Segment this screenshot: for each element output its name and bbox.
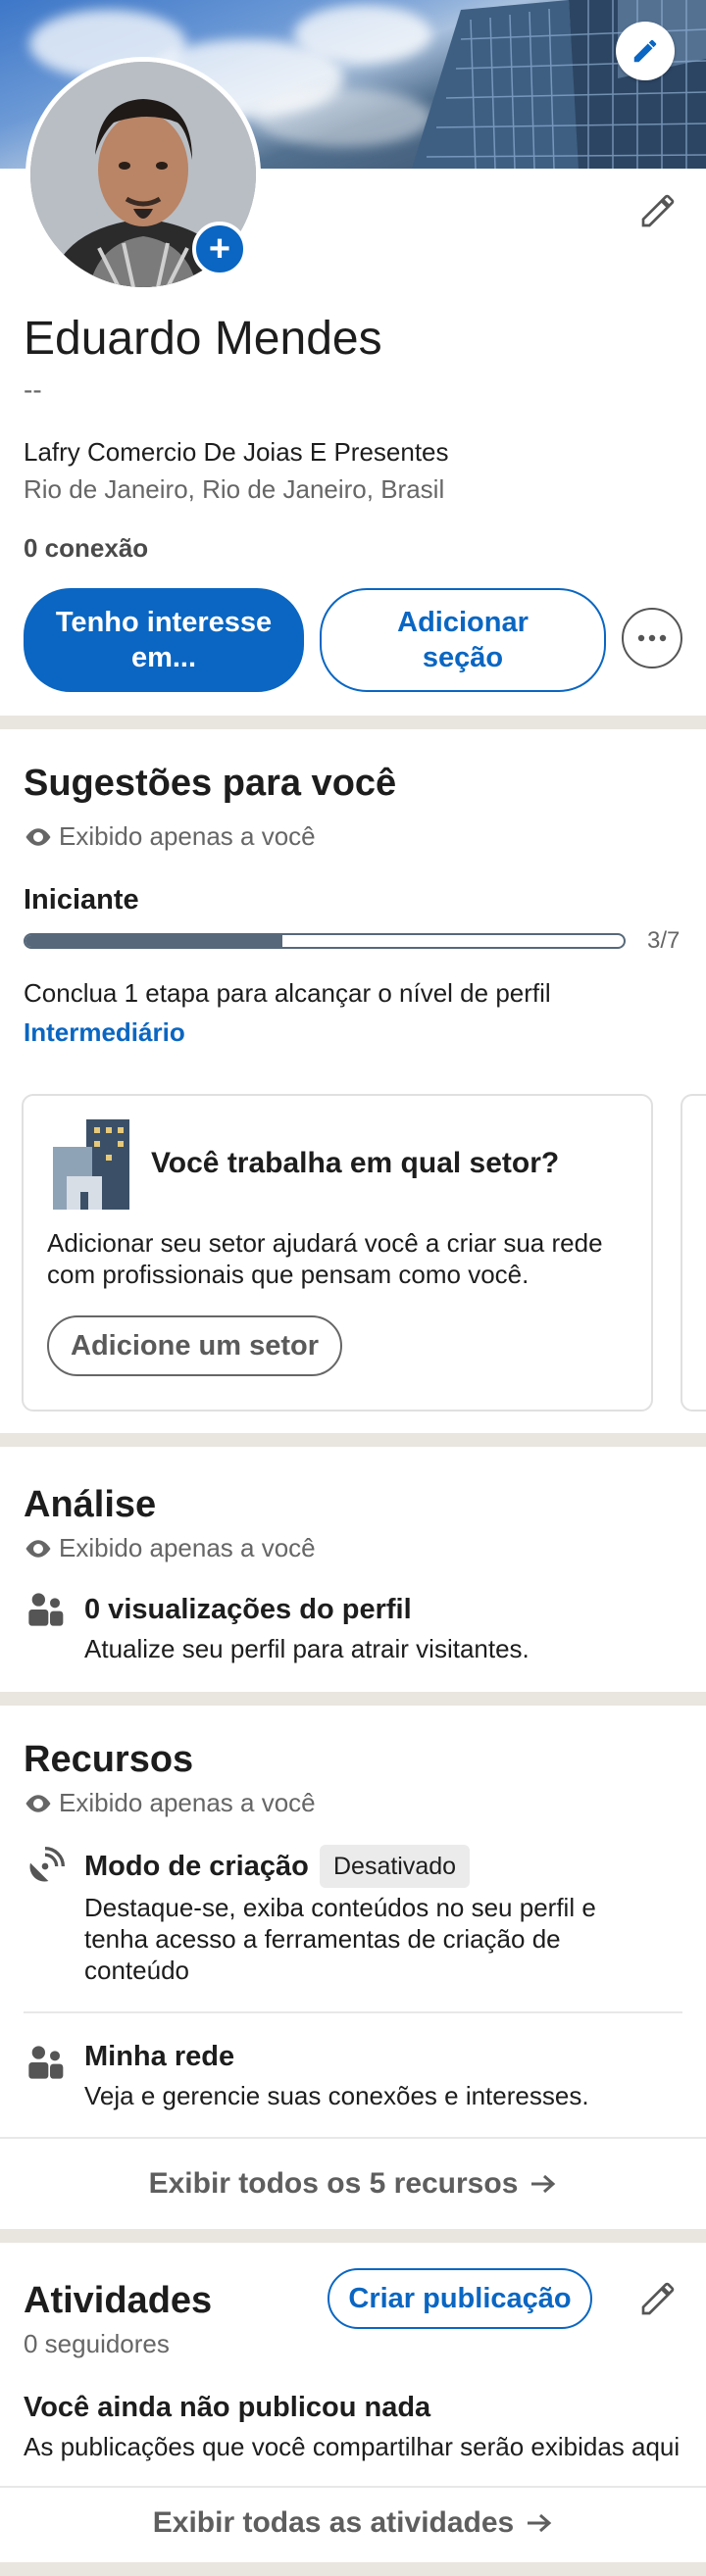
more-button[interactable] — [622, 608, 682, 669]
next-suggestion-card[interactable] — [681, 1094, 706, 1412]
suggestions-private-note: Exibido apenas a você — [24, 821, 316, 852]
add-sector-button[interactable]: Adicione um setor — [47, 1315, 342, 1376]
suggestion-card: Você trabalha em qual setor? Adicionar s… — [22, 1094, 653, 1412]
eye-icon — [25, 1794, 51, 1812]
plus-icon: + — [208, 228, 231, 270]
people-icon — [28, 1593, 64, 1626]
satellite-dish-icon — [29, 1847, 65, 1882]
creator-mode-title[interactable]: Modo de criação — [84, 1851, 309, 1883]
creator-mode-badge: Desativado — [320, 1845, 471, 1888]
profile-views-text: Atualize seu perfil para atrair visitant… — [84, 1634, 530, 1663]
add-section-button[interactable]: Adicionar seção — [320, 588, 606, 692]
people-icon — [28, 2046, 64, 2079]
eye-icon — [25, 827, 51, 846]
suggestions-title: Sugestões para você — [24, 763, 397, 804]
section-divider — [0, 1433, 706, 1447]
next-level-link[interactable]: Intermediário — [24, 1017, 185, 1048]
my-network-title[interactable]: Minha rede — [84, 2041, 234, 2073]
divider — [0, 2137, 706, 2139]
profile-name: Eduardo Mendes — [24, 313, 382, 365]
resources-title: Recursos — [24, 1739, 194, 1780]
arrow-right-icon — [528, 2513, 552, 2533]
show-all-activity-link[interactable]: Exibir todas as atividades — [0, 2502, 706, 2545]
connections-count[interactable]: 0 conexão — [24, 533, 148, 564]
section-divider — [0, 2229, 706, 2243]
card-text: Adicionar seu setor ajudará você a criar… — [47, 1228, 603, 1289]
divider — [0, 2486, 706, 2488]
building-icon — [53, 1119, 129, 1210]
activity-title: Atividades — [24, 2280, 213, 2321]
interest-button[interactable]: Tenho interesse em... — [24, 588, 304, 692]
progress-bar — [24, 933, 626, 949]
divider — [24, 2011, 682, 2013]
no-posts-title: Você ainda não publicou nada — [24, 2392, 431, 2423]
arrow-right-icon — [531, 2174, 556, 2194]
pencil-icon — [633, 39, 657, 63]
section-divider — [0, 2562, 706, 2576]
profile-views[interactable]: 0 visualizações do perfil — [84, 1594, 412, 1626]
progress-fill — [25, 935, 283, 947]
resources-private-note: Exibido apenas a você — [24, 1788, 316, 1818]
add-photo-button[interactable]: + — [192, 222, 247, 276]
my-network-text: Veja e gerencie suas conexões e interess… — [84, 2081, 589, 2110]
creator-mode-text: Destaque-se, exiba conteúdos no seu perf… — [84, 1893, 596, 1985]
pencil-icon — [641, 2282, 675, 2315]
profile-company: Lafry Comercio De Joias E Presentes — [24, 437, 449, 467]
profile-level: Iniciante — [24, 884, 139, 916]
followers-count[interactable]: 0 seguidores — [24, 2329, 170, 2359]
edit-profile-button[interactable] — [635, 188, 681, 233]
next-step-text: Conclua 1 etapa para alcançar o nível de… — [24, 978, 551, 1008]
show-all-resources-link[interactable]: Exibir todos os 5 recursos — [0, 2162, 706, 2205]
section-divider — [0, 1692, 706, 1706]
eye-icon — [25, 1539, 51, 1558]
no-posts-text: As publicações que você compartilhar ser… — [24, 2432, 681, 2461]
analytics-title: Análise — [24, 1484, 157, 1525]
profile-headline: -- — [24, 374, 42, 405]
section-divider — [0, 716, 706, 729]
create-post-button[interactable]: Criar publicação — [328, 2268, 592, 2329]
more-horizontal-icon — [637, 634, 667, 642]
profile-location: Rio de Janeiro, Rio de Janeiro, Brasil — [24, 474, 445, 504]
edit-cover-button[interactable] — [616, 22, 675, 80]
progress-label: 3/7 — [647, 927, 681, 954]
pencil-icon — [641, 194, 675, 227]
card-title: Você trabalha em qual setor? — [151, 1147, 560, 1179]
edit-activity-button[interactable] — [635, 2276, 681, 2321]
analytics-private-note: Exibido apenas a você — [24, 1533, 316, 1563]
